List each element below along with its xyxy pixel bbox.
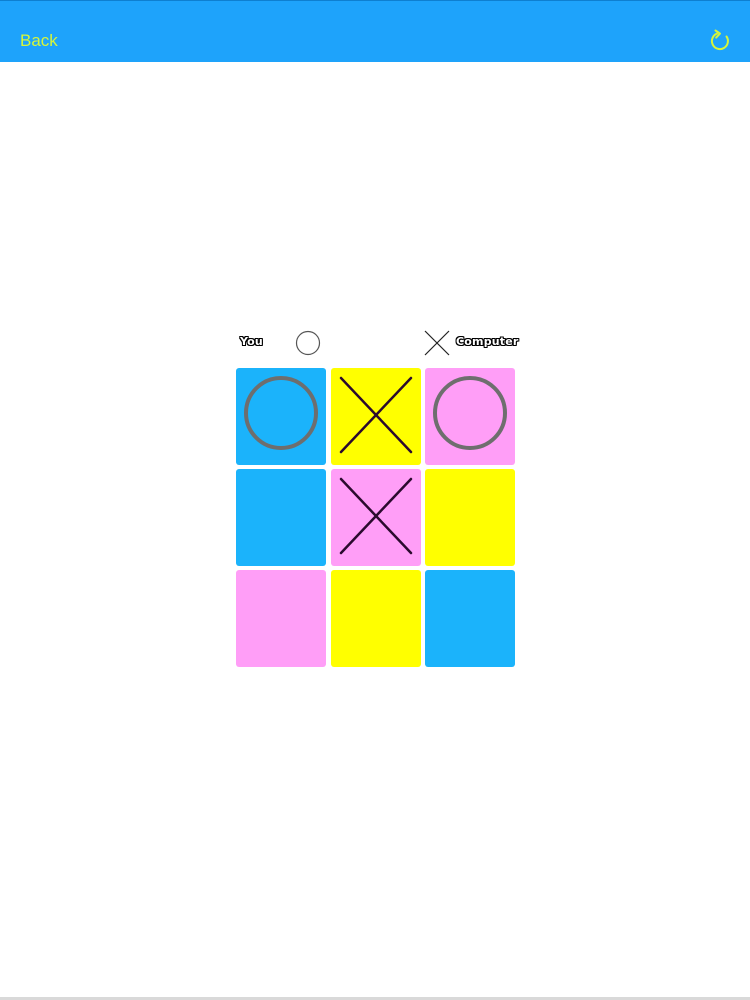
board-cell-3-3[interactable] xyxy=(425,570,515,667)
computer-label: Computer xyxy=(456,335,519,348)
x-mark-icon xyxy=(339,376,413,454)
you-o-marker-icon xyxy=(294,329,322,357)
o-mark-icon xyxy=(433,376,507,450)
refresh-icon[interactable] xyxy=(709,29,733,53)
o-mark-icon xyxy=(244,376,318,450)
game-board xyxy=(236,368,516,668)
board-cell-2-1[interactable] xyxy=(236,469,326,566)
board-cell-3-2[interactable] xyxy=(331,570,421,667)
x-mark-icon xyxy=(339,477,413,555)
computer-x-marker-icon xyxy=(423,329,451,357)
board-cell-1-1[interactable] xyxy=(236,368,326,465)
board-cell-3-1[interactable] xyxy=(236,570,326,667)
board-cell-2-3[interactable] xyxy=(425,469,515,566)
back-button[interactable]: Back xyxy=(20,31,58,51)
board-cell-1-3[interactable] xyxy=(425,368,515,465)
navigation-bar: Back xyxy=(0,0,750,62)
players-header: You Computer xyxy=(236,326,519,360)
you-label: You xyxy=(240,335,263,348)
board-cell-2-2[interactable] xyxy=(331,469,421,566)
board-cell-1-2[interactable] xyxy=(331,368,421,465)
